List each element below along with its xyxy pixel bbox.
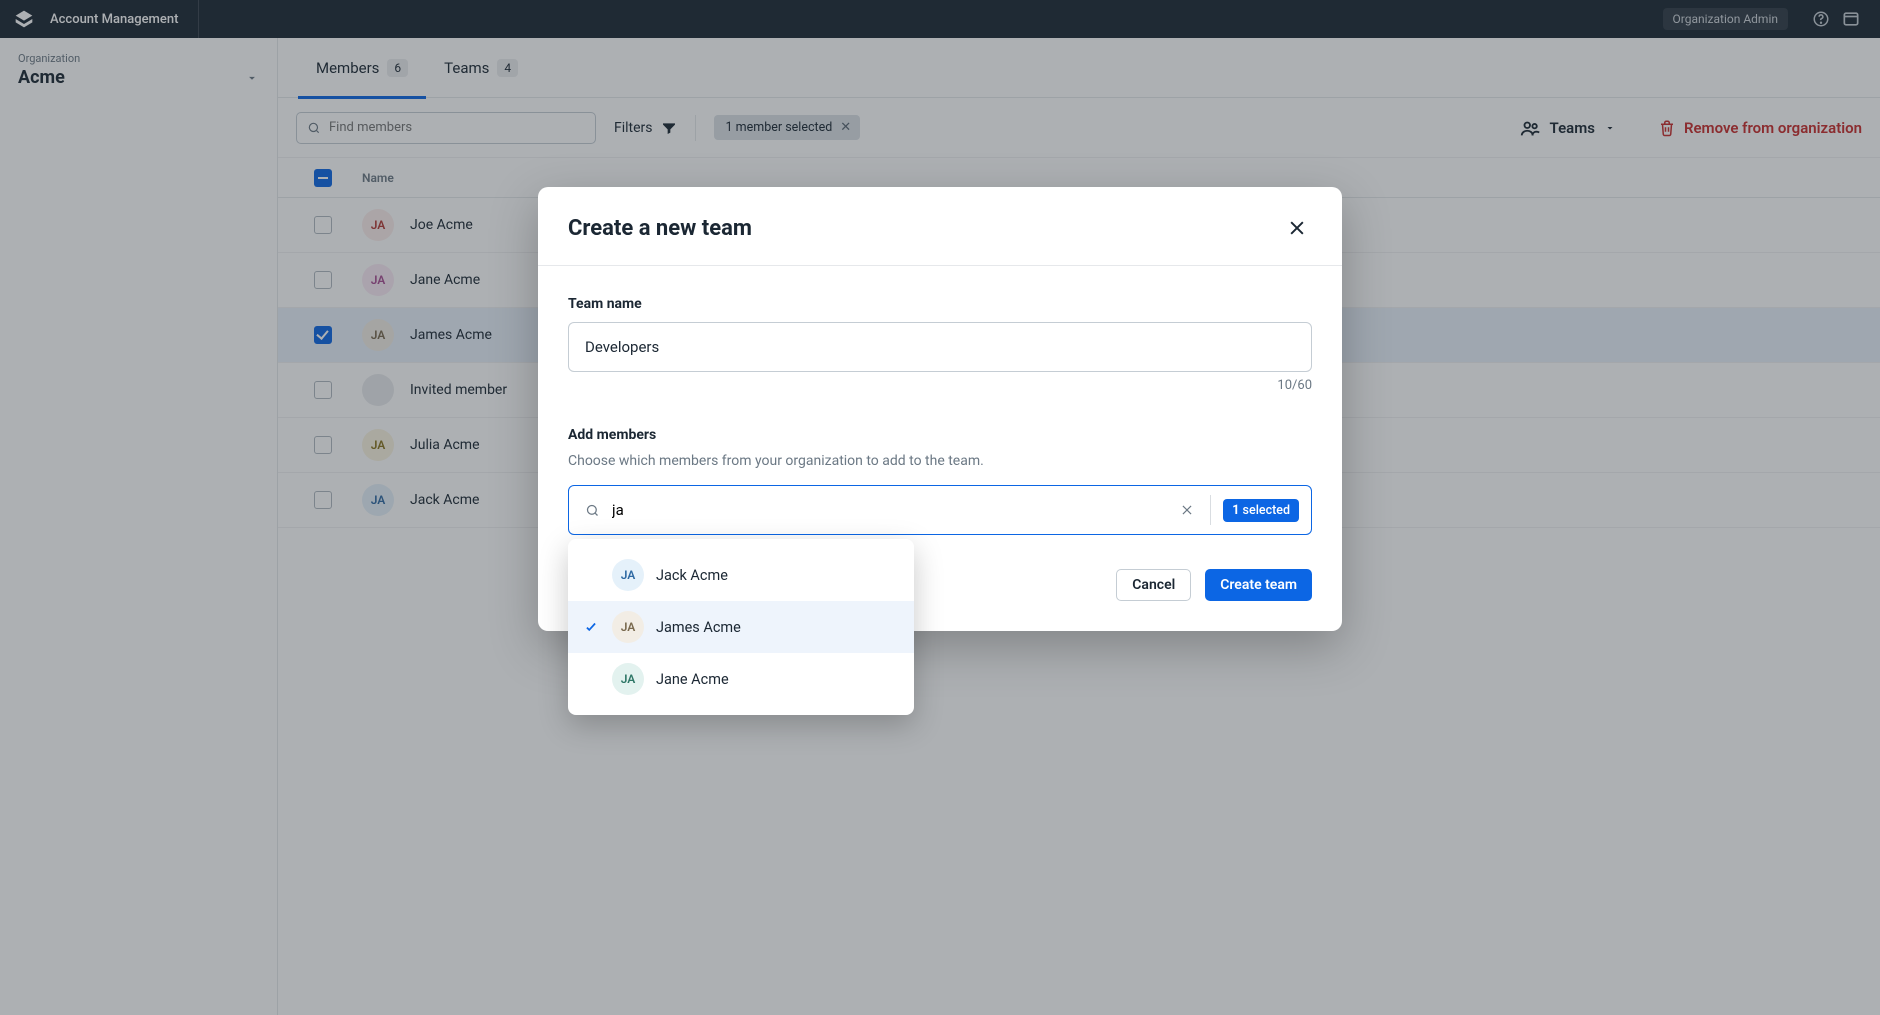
team-name-input[interactable] [568, 322, 1312, 372]
avatar: JA [612, 611, 644, 643]
suggestion-name: Jane Acme [656, 671, 729, 688]
add-members-hint: Choose which members from your organizat… [568, 453, 1312, 469]
create-team-modal: Create a new team Team name 10/60 Add me… [538, 187, 1342, 631]
close-icon[interactable] [1282, 213, 1312, 243]
member-search-input[interactable] [612, 501, 1164, 519]
suggestion-item[interactable]: JA Jane Acme [568, 653, 914, 705]
add-members-label: Add members [568, 427, 1312, 443]
create-team-button[interactable]: Create team [1205, 569, 1312, 601]
search-icon [585, 503, 600, 518]
avatar: JA [612, 559, 644, 591]
suggestion-item[interactable]: JA Jack Acme [568, 549, 914, 601]
suggestion-name: Jack Acme [656, 567, 728, 584]
check-icon [582, 620, 600, 634]
member-suggestions: JA Jack Acme JA James Acme JA Jane Acme [568, 539, 914, 715]
modal-title: Create a new team [568, 216, 752, 241]
selected-count-pill: 1 selected [1223, 499, 1299, 522]
search-divider [1210, 495, 1211, 525]
suggestion-item[interactable]: JA James Acme [568, 601, 914, 653]
cancel-button[interactable]: Cancel [1116, 569, 1191, 601]
modal-overlay: Create a new team Team name 10/60 Add me… [0, 0, 1880, 1015]
member-search[interactable]: 1 selected [568, 485, 1312, 535]
suggestion-name: James Acme [656, 619, 741, 636]
team-name-counter: 10/60 [568, 378, 1312, 393]
team-name-label: Team name [568, 296, 1312, 312]
clear-search-icon[interactable] [1176, 503, 1198, 517]
avatar: JA [612, 663, 644, 695]
